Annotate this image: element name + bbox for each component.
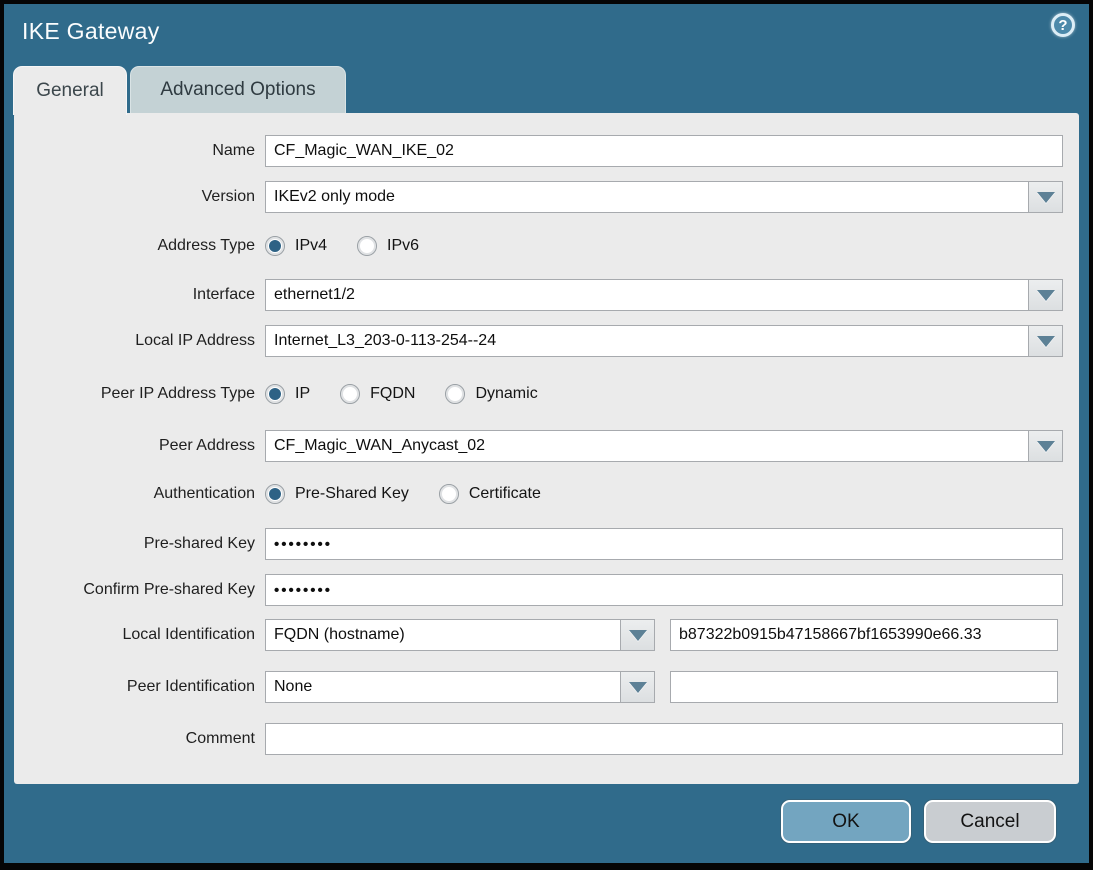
peer-address-label: Peer Address [14,437,265,455]
row-peer-identification: Peer Identification [14,671,1079,703]
radio-option-pre-shared-key[interactable]: Pre-Shared Key [265,484,409,504]
row-authentication: Authentication Pre-Shared Key Certificat… [14,478,1079,510]
comment-label: Comment [14,730,265,748]
version-dropdown-button[interactable] [1028,181,1063,213]
dialog-titlebar: IKE Gateway ? [4,4,1089,66]
local-identification-type-dropdown [265,619,655,651]
peer-address-dropdown-button[interactable] [1028,430,1063,462]
local-identification-value-input[interactable] [670,619,1058,651]
tab-general[interactable]: General [13,66,127,115]
ike-gateway-dialog: IKE Gateway ? General Advanced Options N… [0,0,1093,870]
version-label: Version [14,188,265,206]
row-peer-address: Peer Address [14,430,1079,462]
chevron-down-icon [1037,192,1055,203]
radio-certificate-label: Certificate [469,485,541,503]
radio-ip[interactable] [265,384,285,404]
peer-address-dropdown [265,430,1063,462]
interface-dropdown-button[interactable] [1028,279,1063,311]
authentication-label: Authentication [14,485,265,503]
radio-option-certificate[interactable]: Certificate [439,484,541,504]
radio-option-ipv6[interactable]: IPv6 [357,236,419,256]
radio-option-fqdn[interactable]: FQDN [340,384,415,404]
local-identification-dropdown-button[interactable] [620,619,655,651]
version-dropdown [265,181,1063,213]
row-confirm-pre-shared-key: Confirm Pre-shared Key [14,574,1079,606]
row-name: Name [14,135,1079,167]
ok-button[interactable]: OK [781,800,911,843]
authentication-radio-group: Pre-Shared Key Certificate [265,484,541,504]
radio-ipv6[interactable] [357,236,377,256]
name-label: Name [14,142,265,160]
local-ip-dropdown [265,325,1063,357]
radio-dynamic-label: Dynamic [475,385,537,403]
row-comment: Comment [14,723,1079,755]
chevron-down-icon [1037,441,1055,452]
peer-identification-type-dropdown [265,671,655,703]
radio-fqdn-label: FQDN [370,385,415,403]
address-type-label: Address Type [14,237,265,255]
row-local-ip: Local IP Address [14,325,1079,357]
row-interface: Interface [14,279,1079,311]
radio-option-ipv4[interactable]: IPv4 [265,236,327,256]
peer-identification-value-input[interactable] [670,671,1058,703]
peer-ip-type-radio-group: IP FQDN Dynamic [265,384,538,404]
peer-ip-type-label: Peer IP Address Type [14,385,265,403]
name-input[interactable] [265,135,1063,167]
radio-ipv4[interactable] [265,236,285,256]
radio-fqdn[interactable] [340,384,360,404]
chevron-down-icon [1037,336,1055,347]
dialog-title: IKE Gateway [22,18,160,45]
tab-advanced-options[interactable]: Advanced Options [130,66,346,113]
cancel-button-label: Cancel [960,811,1019,833]
radio-pre-shared-key[interactable] [265,484,285,504]
local-identification-type-input[interactable] [265,619,620,651]
confirm-pre-shared-key-label: Confirm Pre-shared Key [14,581,265,599]
general-tab-panel: Name Version Address Type IPv4 [14,113,1079,784]
row-peer-ip-type: Peer IP Address Type IP FQDN Dynamic [14,378,1079,410]
local-ip-label: Local IP Address [14,332,265,350]
radio-dynamic[interactable] [445,384,465,404]
row-version: Version [14,181,1079,213]
help-icon[interactable]: ? [1051,13,1075,37]
radio-ip-label: IP [295,385,310,403]
chevron-down-icon [629,630,647,641]
ok-button-label: OK [832,811,859,833]
address-type-radio-group: IPv4 IPv6 [265,236,419,256]
peer-identification-label: Peer Identification [14,678,265,696]
radio-certificate[interactable] [439,484,459,504]
radio-ipv6-label: IPv6 [387,237,419,255]
row-pre-shared-key: Pre-shared Key [14,528,1079,560]
chevron-down-icon [629,682,647,693]
cancel-button[interactable]: Cancel [924,800,1056,843]
peer-address-input[interactable] [265,430,1028,462]
local-ip-input[interactable] [265,325,1028,357]
interface-dropdown [265,279,1063,311]
comment-input[interactable] [265,723,1063,755]
radio-option-ip[interactable]: IP [265,384,310,404]
row-address-type: Address Type IPv4 IPv6 [14,230,1079,262]
chevron-down-icon [1037,290,1055,301]
version-input[interactable] [265,181,1028,213]
tab-advanced-options-label: Advanced Options [160,79,315,101]
radio-ipv4-label: IPv4 [295,237,327,255]
confirm-pre-shared-key-input[interactable] [265,574,1063,606]
pre-shared-key-label: Pre-shared Key [14,535,265,553]
interface-input[interactable] [265,279,1028,311]
interface-label: Interface [14,286,265,304]
local-ip-dropdown-button[interactable] [1028,325,1063,357]
local-identification-label: Local Identification [14,626,265,644]
radio-pre-shared-key-label: Pre-Shared Key [295,485,409,503]
row-local-identification: Local Identification [14,619,1079,651]
peer-identification-dropdown-button[interactable] [620,671,655,703]
tab-general-label: General [36,80,104,102]
radio-option-dynamic[interactable]: Dynamic [445,384,537,404]
peer-identification-type-input[interactable] [265,671,620,703]
pre-shared-key-input[interactable] [265,528,1063,560]
